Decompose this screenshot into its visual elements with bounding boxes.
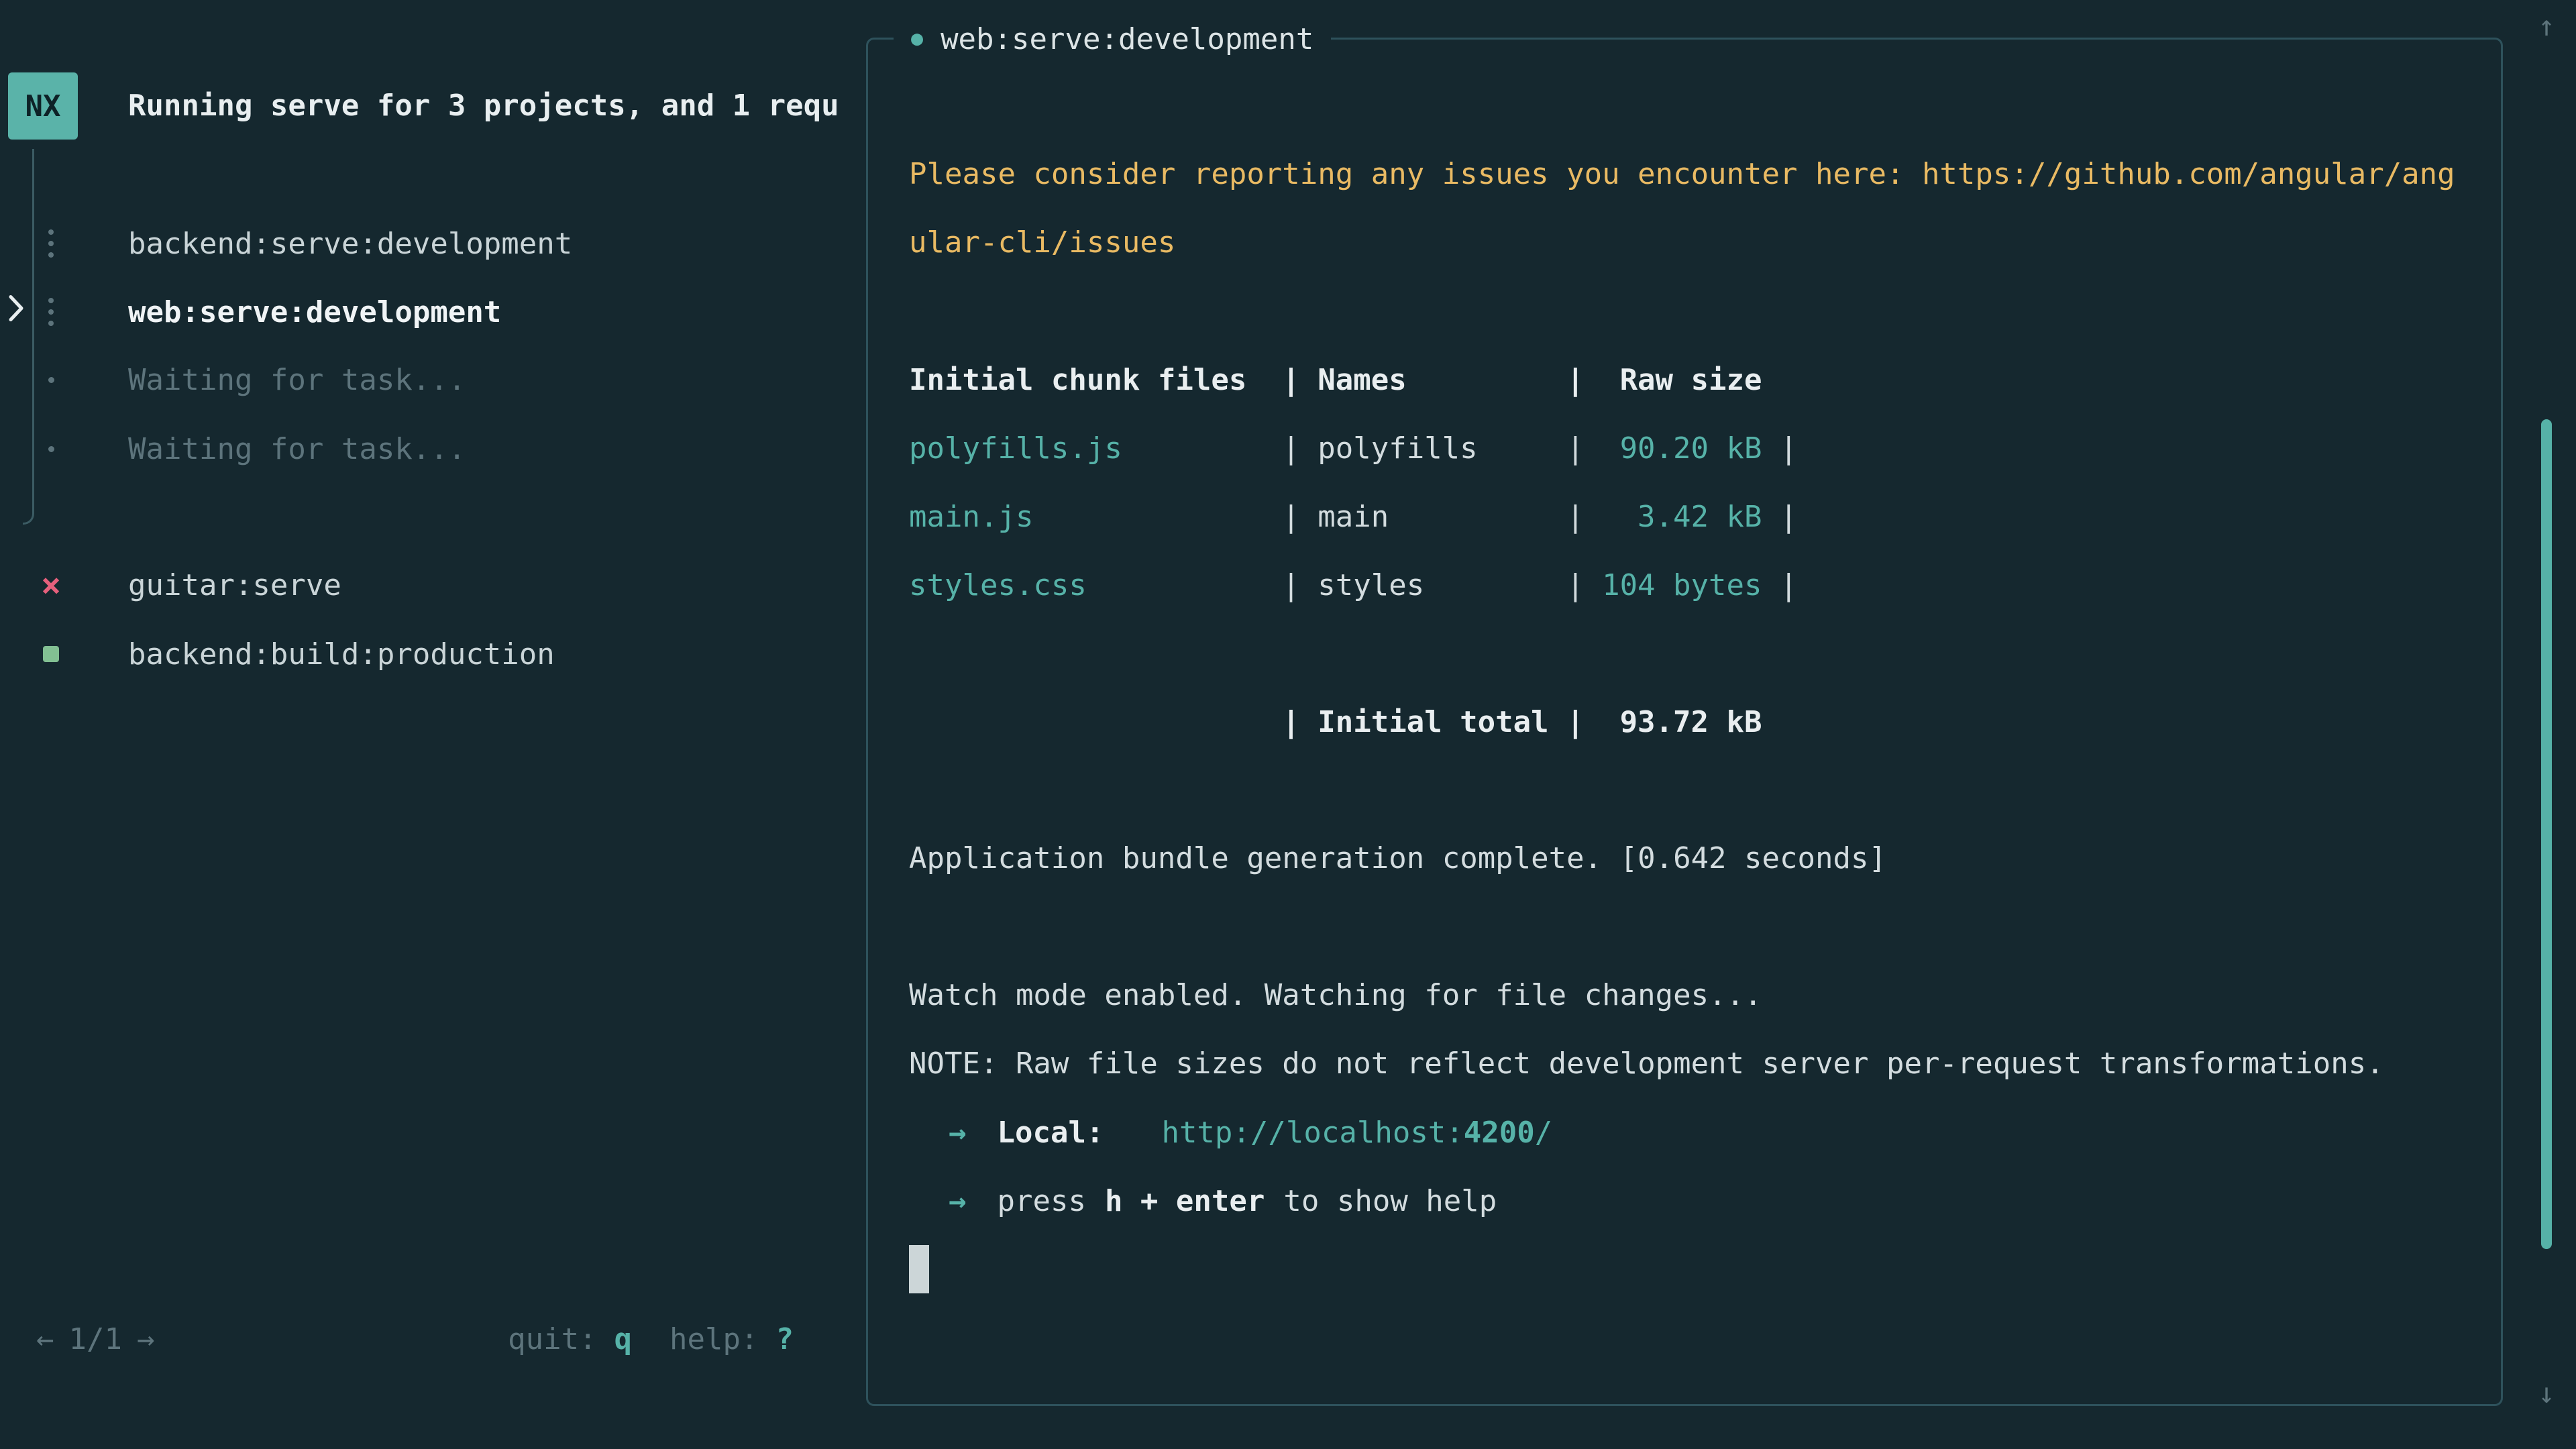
pager-page-label: 1/1	[69, 1322, 122, 1356]
task-row-waiting-1[interactable]: Waiting for task...	[0, 345, 866, 414]
total-size: 93.72 kB	[1602, 705, 1762, 739]
chunk-file: styles.css	[909, 568, 1282, 602]
pager-next-icon[interactable]: →	[137, 1322, 155, 1356]
pipe-separator: |	[1282, 363, 1318, 397]
chunk-table-row: polyfills.js | polyfills | 90.20 kB |	[909, 414, 2474, 482]
pipe-separator: |	[1566, 363, 1602, 397]
help-line-pre: press	[998, 1184, 1086, 1218]
help-hint-label: help:	[669, 1322, 758, 1356]
arrow-icon: →	[949, 1184, 967, 1218]
chunk-table-row: styles.css | styles | 104 bytes |	[909, 551, 2474, 619]
blank-line	[909, 277, 2474, 345]
chunk-file: polyfills.js	[909, 431, 1282, 466]
url-suffix: /	[1535, 1116, 1553, 1150]
nx-logo: NX	[8, 72, 78, 140]
keyboard-hints: quit: q help: ?	[508, 1305, 794, 1373]
pipe-separator: |	[1762, 568, 1797, 602]
help-line-keys: h + enter	[1105, 1184, 1265, 1218]
terminal-output: Please consider reporting any issues you…	[868, 40, 2501, 1404]
pipe-separator: |	[1282, 568, 1318, 602]
chunk-name: styles	[1318, 568, 1566, 602]
chunk-table-header: Initial chunk files | Names | Raw size	[909, 345, 2474, 414]
pager-prev-icon[interactable]: ←	[36, 1322, 54, 1356]
pipe-separator: |	[1762, 431, 1797, 466]
url-port: 4200	[1464, 1116, 1535, 1150]
cursor-line	[909, 1235, 2474, 1303]
pipe-separator: |	[1762, 500, 1797, 534]
local-url-line: → Local: http://localhost:4200/	[909, 1098, 2474, 1167]
pipe-separator: |	[1282, 705, 1318, 739]
quit-key: q	[614, 1322, 633, 1356]
waiting-dot-icon	[35, 446, 67, 452]
localhost-link[interactable]: http://localhost:4200/	[1161, 1116, 1552, 1150]
success-square-icon	[35, 646, 67, 662]
pipe-separator: |	[1566, 705, 1602, 739]
help-line-post: to show help	[1283, 1184, 1497, 1218]
terminal-pane: ● web:serve:development Please consider …	[866, 38, 2503, 1406]
task-label: Waiting for task...	[128, 432, 466, 466]
failed-x-icon: ×	[35, 568, 67, 602]
task-label: backend:build:production	[128, 637, 555, 672]
blank-line	[909, 893, 2474, 961]
scrollbar: ↑ ↓	[2530, 0, 2563, 1449]
chunk-size: 104 bytes	[1602, 568, 1762, 602]
task-label: backend:serve:development	[128, 227, 572, 261]
notice-line-1: Please consider reporting any issues you…	[909, 140, 2474, 209]
local-label: Local:	[998, 1116, 1104, 1150]
chunk-size: 3.42 kB	[1602, 500, 1762, 534]
pipe-separator: |	[1566, 431, 1602, 466]
blank-line	[909, 619, 2474, 688]
task-label: guitar:serve	[128, 568, 341, 602]
pipe-separator: |	[1566, 568, 1602, 602]
help-keys-line: → press h + enter to show help	[909, 1167, 2474, 1235]
notice-line-2: ular-cli/issues	[909, 209, 2474, 277]
help-key: ?	[776, 1322, 794, 1356]
scrollbar-thumb[interactable]	[2541, 419, 2552, 1249]
pager: ← 1/1 →	[36, 1305, 154, 1373]
watch-mode-message: Watch mode enabled. Watching for file ch…	[909, 961, 2474, 1030]
chunk-file: main.js	[909, 500, 1282, 534]
pipe-separator: |	[1282, 500, 1318, 534]
sidebar-header-title: Running serve for 3 projects, and 1 requ	[128, 87, 862, 125]
task-row-backend-build[interactable]: backend:build:production	[0, 620, 866, 688]
chunk-name: polyfills	[1318, 431, 1566, 466]
total-label: Initial total	[1318, 705, 1566, 739]
scroll-up-icon[interactable]: ↑	[2530, 9, 2563, 42]
header-size: Raw size	[1602, 363, 1762, 397]
task-row-backend-serve[interactable]: backend:serve:development	[0, 209, 866, 278]
pipe-separator: |	[1566, 500, 1602, 534]
pipe-separator: |	[1282, 431, 1318, 466]
spinner-icon	[35, 241, 67, 246]
spinner-icon	[35, 309, 67, 315]
url-prefix: http://localhost:	[1161, 1116, 1463, 1150]
arrow-icon: →	[949, 1116, 967, 1150]
task-row-guitar-serve[interactable]: × guitar:serve	[0, 551, 866, 619]
task-row-web-serve-selected[interactable]: web:serve:development	[0, 278, 866, 346]
sidebar: NX Running serve for 3 projects, and 1 r…	[0, 0, 866, 1449]
scroll-down-icon[interactable]: ↓	[2530, 1377, 2563, 1409]
task-label: web:serve:development	[128, 295, 501, 329]
chunk-table-row: main.js | main | 3.42 kB |	[909, 482, 2474, 551]
chunk-name: main	[1318, 500, 1566, 534]
chunk-size: 90.20 kB	[1602, 431, 1762, 466]
selected-chevron-icon	[5, 293, 27, 331]
chunk-table-total-row: | Initial total | 93.72 kB	[909, 688, 2474, 756]
header-files: Initial chunk files	[909, 363, 1282, 397]
header-names: Names	[1318, 363, 1566, 397]
blank-line	[909, 756, 2474, 824]
task-row-waiting-2[interactable]: Waiting for task...	[0, 415, 866, 483]
task-label: Waiting for task...	[128, 363, 466, 397]
note-message: NOTE: Raw file sizes do not reflect deve…	[909, 1030, 2474, 1098]
bundle-complete-message: Application bundle generation complete. …	[909, 824, 2474, 893]
quit-hint-label: quit:	[508, 1322, 596, 1356]
terminal-cursor	[909, 1245, 929, 1293]
waiting-dot-icon	[35, 377, 67, 383]
